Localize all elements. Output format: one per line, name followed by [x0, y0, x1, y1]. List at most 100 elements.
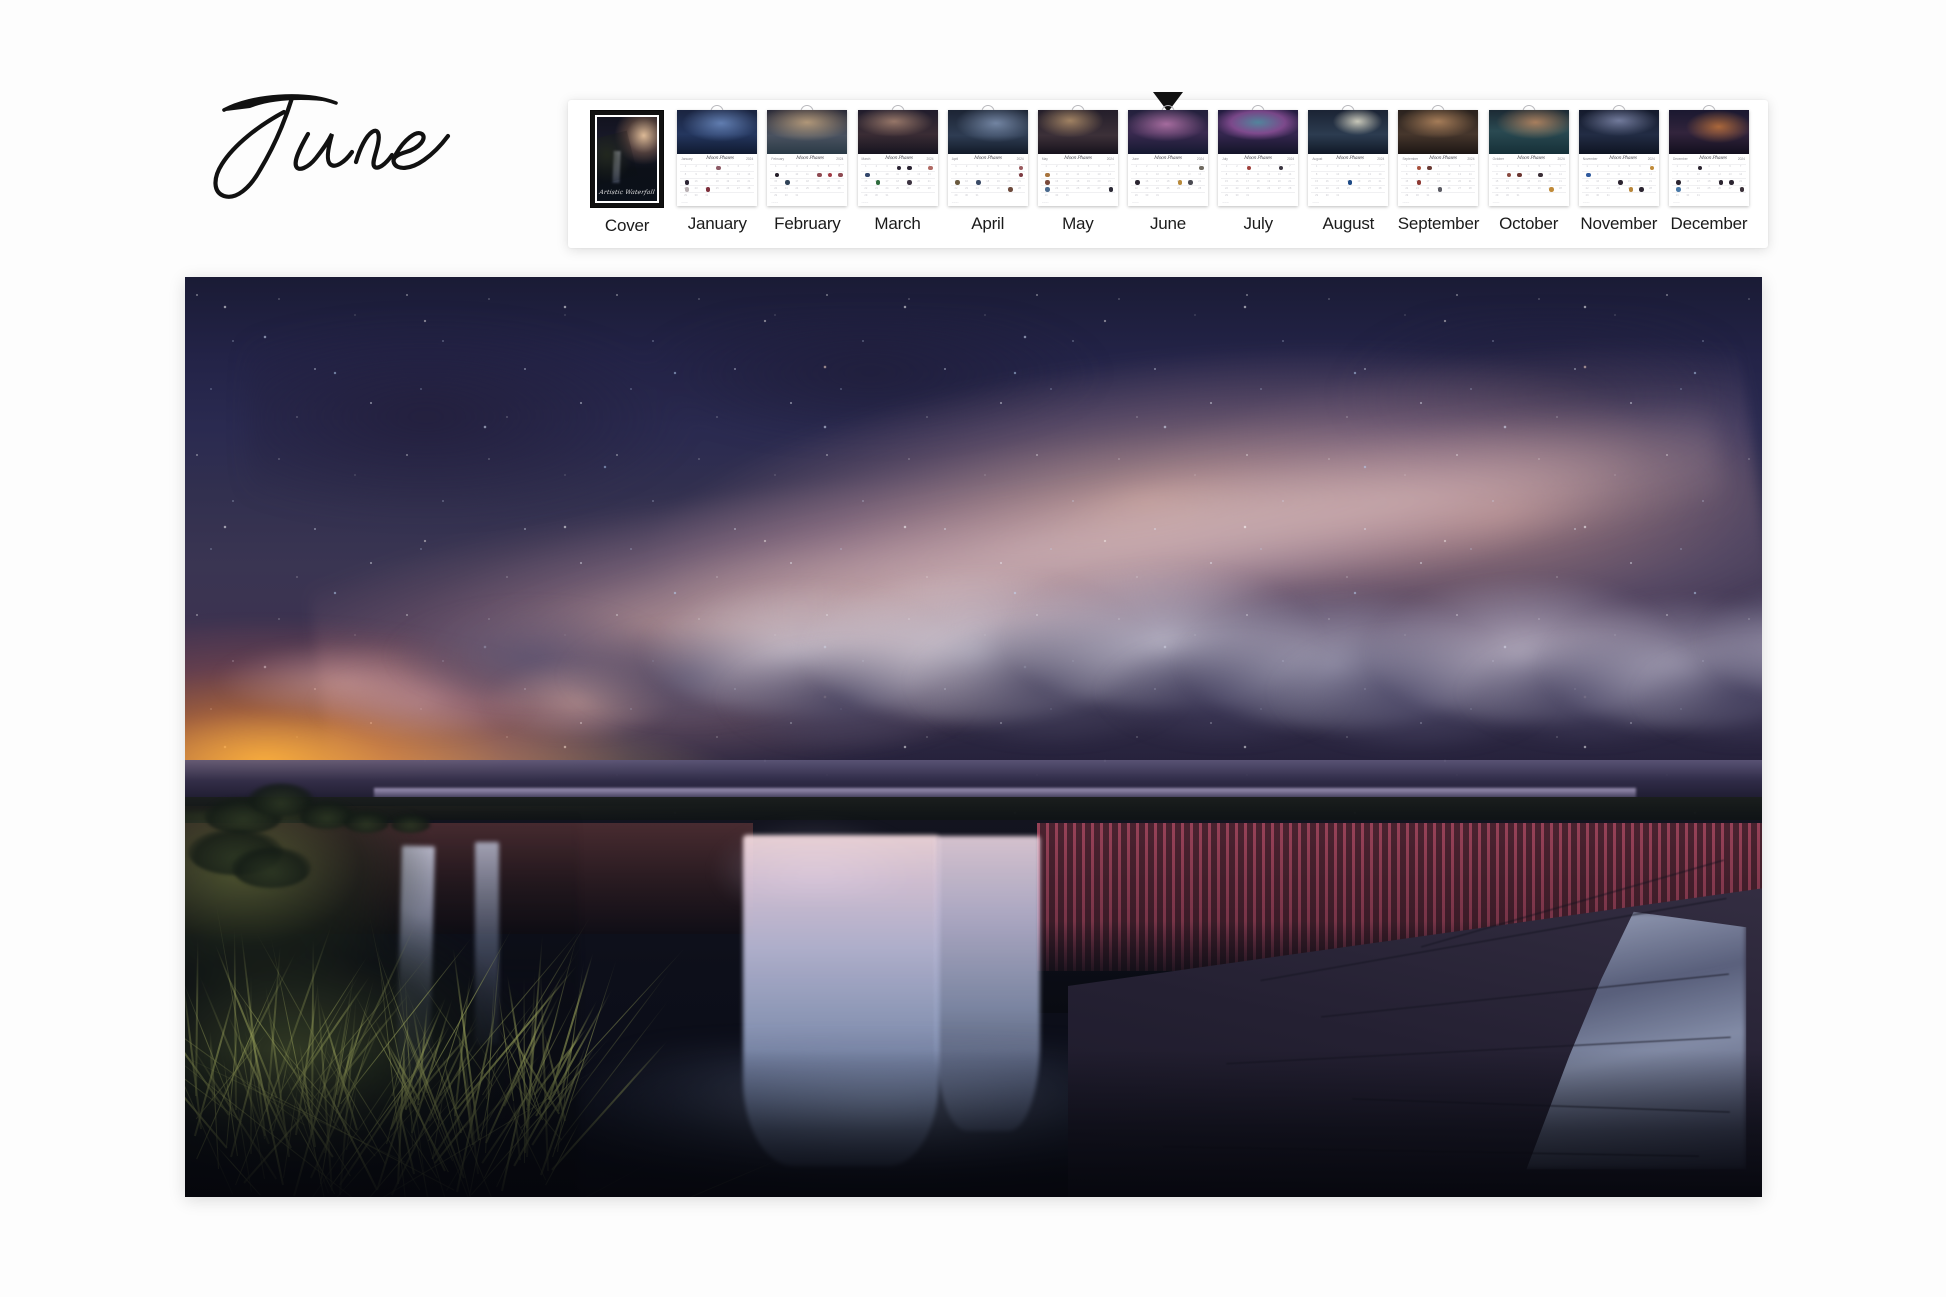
calendar-day-cell: 19	[723, 178, 734, 185]
thumbnail-label: February	[774, 215, 840, 232]
calendar-day-cell: 4	[982, 164, 993, 171]
calendar-thumbnail-september[interactable]: SeptemberMoon Phases20241234567891011121…	[1398, 110, 1478, 206]
calendar-day-cell: 16	[1142, 178, 1153, 185]
calendar-day-cell: 29	[951, 192, 962, 199]
calendar-thumbnail-april[interactable]: AprilMoon Phases202412345678910111213141…	[948, 110, 1028, 206]
calendar-day-cell	[744, 192, 755, 199]
calendar-page-preview-image[interactable]	[185, 277, 1762, 1197]
thumbnail-item-november[interactable]: NovemberMoon Phases202412345678910111213…	[1574, 110, 1664, 232]
calendar-day-cell	[1163, 192, 1174, 199]
calendar-thumbnail-grid: OctoberMoon Phases2024123456789101112131…	[1489, 154, 1569, 206]
thumbnail-item-april[interactable]: AprilMoon Phases202412345678910111213141…	[943, 110, 1033, 232]
calendar-day-cell: 13	[1725, 171, 1736, 178]
calendar-year: 2024	[1558, 158, 1565, 161]
calendar-day-cell: 3	[1603, 164, 1614, 171]
calendar-day-cell: 17	[1423, 178, 1434, 185]
thumbnail-item-may[interactable]: MayMoon Phases20241234567891011121314151…	[1033, 110, 1123, 232]
calendar-day-cell: 29	[861, 192, 872, 199]
calendar-day-cell	[1285, 192, 1296, 199]
thumbnail-item-october[interactable]: OctoberMoon Phases2024123456789101112131…	[1484, 110, 1574, 232]
calendar-day-cell: 10	[1242, 171, 1253, 178]
calendar-day-cell: 30	[1322, 192, 1333, 199]
calendar-day-cell: 13	[1184, 171, 1195, 178]
calendar-footer-note: ••••••••••	[1583, 202, 1590, 204]
moon-phase-marker	[1650, 166, 1655, 171]
calendar-day-cell: 7	[1104, 164, 1115, 171]
calendar-thumbnail-october[interactable]: OctoberMoon Phases2024123456789101112131…	[1489, 110, 1569, 206]
moon-phase-marker	[1178, 180, 1183, 185]
moon-phase-marker	[716, 166, 721, 171]
calendar-day-cell: 13	[1544, 171, 1555, 178]
calendar-day-cell: 15	[1582, 178, 1593, 185]
calendar-day-cell	[892, 192, 903, 199]
moon-phase-marker	[928, 166, 933, 171]
thumbnail-item-january[interactable]: JanuaryMoon Phases2024123456789101112131…	[672, 110, 762, 232]
calendar-thumbnail-photo	[767, 110, 847, 154]
calendar-thumbnail-january[interactable]: JanuaryMoon Phases2024123456789101112131…	[677, 110, 757, 206]
calendar-thumbnail-august[interactable]: August Moon Phases 2024 1 2 3 4 5 6 7 8 9 10 11 12 13 14…	[1308, 110, 1388, 206]
calendar-thumbnail-march[interactable]: MarchMoon Phases202412345678910111213141…	[858, 110, 938, 206]
calendar-thumbnail-february[interactable]: FebruaryMoon Phases202412345678910111213…	[767, 110, 847, 206]
calendar-day-cell: 8	[861, 171, 872, 178]
calendar-day-cell: 23	[1322, 185, 1333, 192]
calendar-day-grid: 1234567891011121314151617181920212223242…	[1311, 164, 1385, 200]
thumbnail-item-june[interactable]: JuneMoon Phases2024123456789101112131415…	[1123, 110, 1213, 232]
thumbnail-item-cover[interactable]: Artistic Waterfall Cover	[582, 110, 672, 234]
calendar-day-cell: 19	[1263, 178, 1274, 185]
calendar-day-grid: 1234567891011121314151617181920212223242…	[1401, 164, 1475, 200]
hero-artwork	[185, 277, 1762, 1197]
calendar-day-cell: 10	[882, 171, 893, 178]
calendar-thumbnail-november[interactable]: NovemberMoon Phases202412345678910111213…	[1579, 110, 1659, 206]
moon-phase-marker	[838, 173, 843, 178]
calendar-day-cell: 3	[972, 164, 983, 171]
thumbnail-item-september[interactable]: SeptemberMoon Phases20241234567891011121…	[1393, 110, 1483, 232]
calendar-day-cell: 5	[1534, 164, 1545, 171]
foreground-vignette	[185, 1050, 1762, 1197]
moon-phase-marker	[1507, 173, 1512, 178]
calendar-thumbnail-may[interactable]: MayMoon Phases20241234567891011121314151…	[1038, 110, 1118, 206]
calendar-day-cell: 8	[1492, 171, 1503, 178]
calendar-day-cell: 29	[1131, 192, 1142, 199]
calendar-day-cell: 27	[1725, 185, 1736, 192]
moon-phase-marker	[1045, 173, 1050, 178]
calendar-thumbnail-june[interactable]: JuneMoon Phases2024123456789101112131415…	[1128, 110, 1208, 206]
calendar-day-cell: 26	[1263, 185, 1274, 192]
moon-phase-marker	[1109, 187, 1114, 192]
calendar-day-cell: 22	[1131, 185, 1142, 192]
calendar-day-cell: 3	[1693, 164, 1704, 171]
calendar-thumbnail-photo	[858, 110, 938, 154]
calendar-day-cell: 14	[1285, 171, 1296, 178]
calendar-day-cell: 8	[1582, 171, 1593, 178]
calendar-thumbnail-july[interactable]: JulyMoon Phases2024123456789101112131415…	[1218, 110, 1298, 206]
calendar-thumbnail-grid: NovemberMoon Phases202412345678910111213…	[1579, 154, 1659, 206]
thumbnail-item-february[interactable]: FebruaryMoon Phases202412345678910111213…	[762, 110, 852, 232]
calendar-thumbnail-header: December Moon Phases 2024	[1672, 157, 1746, 163]
calendar-day-cell: 18	[1343, 178, 1354, 185]
thumbnail-item-december[interactable]: DecemberMoon Phases202412345678910111213…	[1664, 110, 1754, 232]
calendar-thumbnail-photo	[1579, 110, 1659, 154]
calendar-day-cell: 12	[723, 171, 734, 178]
calendar-day-cell: 15	[1311, 178, 1322, 185]
calendar-day-cell: 31	[1332, 192, 1343, 199]
calendar-day-cell: 27	[1094, 185, 1105, 192]
calendar-day-cell: 2	[1232, 164, 1243, 171]
calendar-day-cell: 29	[1672, 192, 1683, 199]
calendar-day-cell: 7	[924, 164, 935, 171]
calendar-day-grid: 1234567891011121314151617181920212223242…	[680, 164, 754, 200]
thumbnail-item-march[interactable]: MarchMoon Phases202412345678910111213141…	[852, 110, 942, 232]
calendar-day-cell: 10	[1603, 171, 1614, 178]
calendar-day-cell: 16	[1412, 178, 1423, 185]
month-thumbnail-strip[interactable]: Artistic Waterfall Cover January Moon Phase…	[568, 100, 1768, 248]
calendar-thumbnail-december[interactable]: DecemberMoon Phases202412345678910111213…	[1669, 110, 1749, 206]
calendar-day-cell: 26	[993, 185, 1004, 192]
calendar-day-cell: 14	[744, 171, 755, 178]
calendar-year: 2024	[1648, 158, 1655, 161]
calendar-day-cell: 29	[770, 192, 781, 199]
calendar-thumbnail-header: June Moon Phases 2024	[1131, 157, 1205, 163]
thumbnail-item-july[interactable]: JulyMoon Phases2024123456789101112131415…	[1213, 110, 1303, 232]
thumbnail-label: June	[1150, 215, 1186, 232]
calendar-day-cell	[1555, 192, 1566, 199]
thumbnail-item-august[interactable]: August Moon Phases 2024 1 2 3 4 5 6 7 8 9 10 11 12 13 14…	[1303, 110, 1393, 232]
calendar-day-cell: 30	[1142, 192, 1153, 199]
cover-thumbnail[interactable]: Artistic Waterfall	[590, 110, 664, 208]
